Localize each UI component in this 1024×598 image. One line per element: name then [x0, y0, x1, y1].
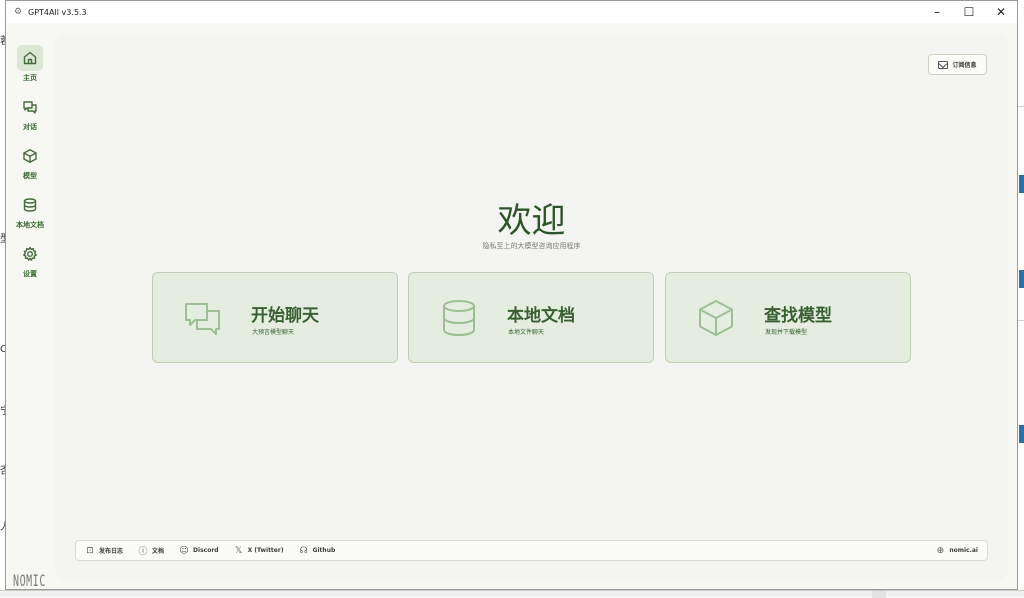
- card-subtitle: 本地文件聊天: [508, 329, 545, 336]
- close-button[interactable]: ✕: [985, 1, 1017, 23]
- background-taskbar-strip: [0, 590, 1024, 598]
- globe-icon: ⊕: [936, 545, 945, 556]
- chat-icon: [17, 94, 43, 120]
- card-title: 查找模型: [764, 306, 832, 326]
- database-icon: [439, 298, 479, 338]
- sidebar-item-settings[interactable]: 设置: [10, 241, 50, 287]
- release-notes-link[interactable]: ⊡ 发布日志: [85, 546, 123, 556]
- footer-links-bar: ⊡ 发布日志 ⓘ 文档 ☺ Discord 𝕏 X (Twitter) ☊ Gi…: [75, 540, 988, 561]
- sidebar-item-chats[interactable]: 对话: [10, 94, 50, 140]
- title-bar: ⚙ GPT4All v3.5.3 – ☐ ✕: [6, 1, 1017, 23]
- app-window: ⚙ GPT4All v3.5.3 – ☐ ✕ 主页 对话 模型 本地文档 设置 …: [5, 0, 1018, 590]
- footer-link-label: 文档: [152, 548, 165, 555]
- app-icon: ⚙: [13, 7, 23, 17]
- chat-bubbles-icon: [183, 298, 223, 338]
- sidebar-item-label: 主页: [23, 74, 37, 82]
- footer-link-label: Discord: [193, 547, 219, 554]
- maximize-button[interactable]: ☐: [953, 1, 985, 23]
- sidebar-item-label: 本地文档: [16, 221, 44, 229]
- gear-icon: [17, 241, 43, 267]
- card-title: 本地文档: [507, 306, 575, 326]
- nomic-logo: NOMIC: [13, 571, 46, 590]
- mail-icon: [938, 60, 949, 69]
- discord-link[interactable]: ☺ Discord: [179, 545, 219, 556]
- home-icon: [17, 45, 43, 71]
- sidebar-item-label: 设置: [23, 270, 37, 278]
- start-chat-card[interactable]: 开始聊天 大预言模型聊天: [152, 272, 398, 363]
- card-subtitle: 发现并下载模型: [765, 329, 808, 336]
- info-icon: ⓘ: [138, 547, 148, 557]
- page-subtitle: 隐私至上的大模型咨询应用程序: [482, 242, 581, 250]
- nomic-site-link[interactable]: ⊕ nomic.ai: [935, 546, 978, 556]
- sidebar: 主页 对话 模型 本地文档 设置 NOMIC: [6, 23, 54, 590]
- x-icon: 𝕏: [234, 545, 243, 556]
- sidebar-item-label: 对话: [23, 123, 37, 131]
- cube-icon: [17, 143, 43, 169]
- github-link[interactable]: ☊ Github: [299, 546, 336, 556]
- sidebar-item-localdocs[interactable]: 本地文档: [10, 192, 50, 238]
- footer-link-label: X (Twitter): [247, 547, 284, 554]
- card-subtitle: 大预言模型聊天: [252, 329, 295, 336]
- home-view: 订阅信息 欢迎 隐私至上的大模型咨询应用程序 开始聊天 大预言模型聊天 本地文档…: [55, 33, 1008, 580]
- sidebar-item-label: 模型: [23, 172, 37, 180]
- subscribe-label: 订阅信息: [952, 62, 977, 69]
- sidebar-item-models[interactable]: 模型: [10, 143, 50, 189]
- twitter-link[interactable]: 𝕏 X (Twitter): [234, 546, 284, 556]
- docs-link[interactable]: ⓘ 文档: [138, 544, 165, 557]
- footer-link-label: Github: [312, 547, 336, 554]
- cube-icon: [696, 298, 736, 338]
- window-title: GPT4All v3.5.3: [28, 7, 87, 17]
- database-icon: [17, 192, 43, 218]
- find-models-card[interactable]: 查找模型 发现并下载模型: [665, 272, 911, 363]
- footer-link-label: 发布日志: [99, 548, 124, 555]
- discord-icon: ☺: [179, 545, 189, 556]
- subscribe-button[interactable]: 订阅信息: [928, 54, 987, 75]
- changelog-icon: ⊡: [86, 545, 94, 556]
- card-title: 开始聊天: [251, 306, 319, 326]
- footer-link-label: nomic.ai: [949, 547, 978, 554]
- page-title: 欢迎: [497, 201, 566, 241]
- minimize-button[interactable]: –: [921, 1, 953, 23]
- github-icon: ☊: [299, 545, 308, 556]
- sidebar-item-home[interactable]: 主页: [10, 45, 50, 91]
- local-docs-card[interactable]: 本地文档 本地文件聊天: [408, 272, 654, 363]
